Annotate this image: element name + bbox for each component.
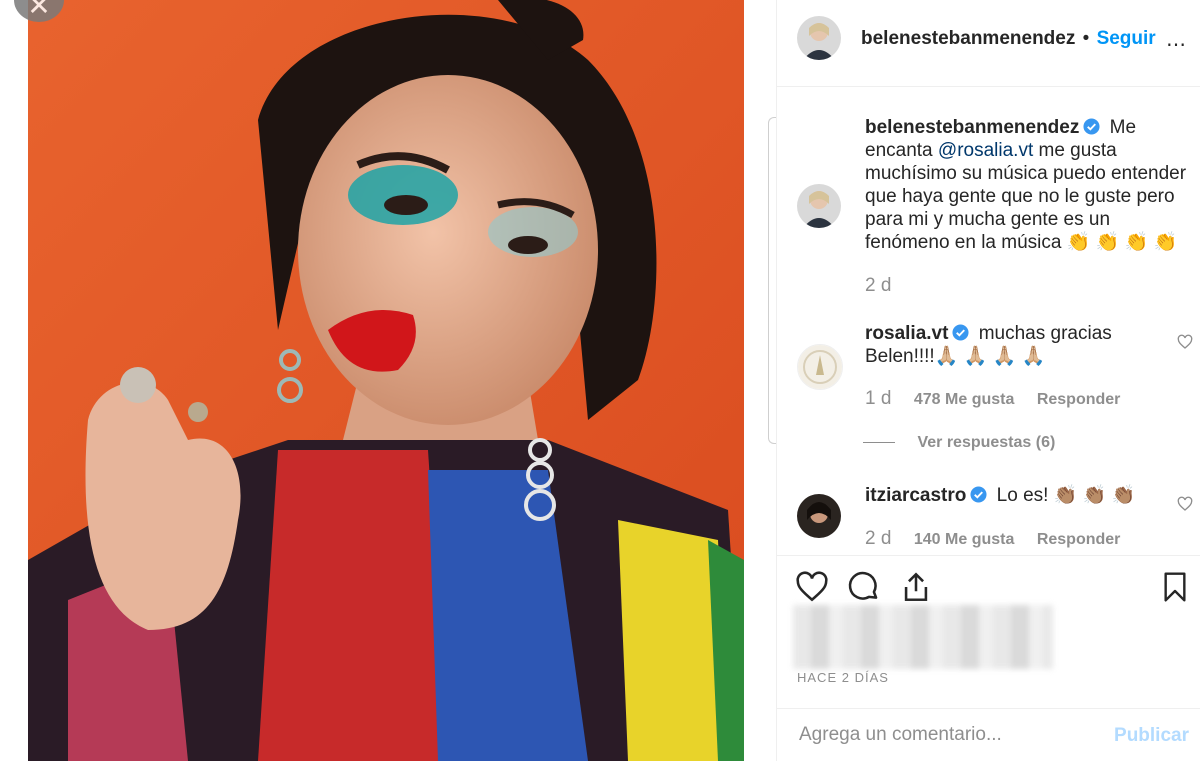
- share-icon[interactable]: [899, 570, 933, 604]
- post-time[interactable]: HACE 2 DÍAS: [797, 670, 889, 685]
- comment-icon[interactable]: [847, 570, 881, 604]
- comment-avatar[interactable]: [797, 494, 841, 538]
- comment-likes[interactable]: 478 Me gusta: [914, 391, 1014, 408]
- verified-icon: [970, 486, 987, 503]
- comment-username[interactable]: itziarcastro: [865, 485, 966, 506]
- comment-input[interactable]: [797, 723, 1101, 747]
- post-media-area: ✕: [0, 0, 776, 761]
- follow-button[interactable]: Seguir: [1097, 28, 1156, 49]
- ellipsis-icon[interactable]: ⋯: [1166, 32, 1187, 57]
- verified-icon: [952, 324, 969, 341]
- avatar[interactable]: [797, 16, 841, 60]
- reply-button[interactable]: Responder: [1037, 531, 1121, 548]
- caption-avatar[interactable]: [797, 184, 841, 228]
- comment-avatar[interactable]: [797, 344, 843, 390]
- post-header: belenestebanmenendez • Seguir ⋯: [777, 0, 1200, 87]
- comment-like-icon[interactable]: [1177, 334, 1193, 350]
- reply-button[interactable]: Responder: [1037, 391, 1121, 408]
- comment-like-icon[interactable]: [1177, 496, 1193, 512]
- comment-time[interactable]: 1 d: [865, 388, 891, 409]
- comment-meta: 2 d 140 Me gusta Responder: [865, 528, 1138, 550]
- comment-body: rosalia.vt muchas gracias Belen!!!!🙏🏼 🙏🏼…: [865, 322, 1165, 368]
- avatar-image: [798, 345, 842, 389]
- comment-meta: 1 d 478 Me gusta Responder: [865, 388, 1138, 410]
- avatar-image: [797, 494, 841, 538]
- comment-text: Lo es! 👏🏽 👏🏽 👏🏽: [991, 485, 1136, 506]
- post-photo: [28, 0, 744, 761]
- comment-body: itziarcastro Lo es! 👏🏽 👏🏽 👏🏽: [865, 484, 1165, 507]
- verified-icon: [1083, 118, 1100, 135]
- header-separator: •: [1082, 28, 1090, 49]
- comment-time[interactable]: 2 d: [865, 528, 891, 549]
- caption-username[interactable]: belenestebanmenendez: [865, 117, 1079, 138]
- publish-button[interactable]: Publicar: [1114, 725, 1189, 747]
- heart-icon[interactable]: [795, 570, 829, 604]
- mention-link[interactable]: @rosalia.vt: [938, 140, 1033, 161]
- view-replies-button[interactable]: Ver respuestas (6): [917, 434, 1055, 451]
- bookmark-icon[interactable]: [1159, 570, 1191, 604]
- portrait-illustration: [28, 0, 744, 761]
- comment-username[interactable]: rosalia.vt: [865, 323, 948, 344]
- add-comment-bar: Publicar: [777, 708, 1200, 762]
- header-username[interactable]: belenestebanmenendez: [861, 28, 1075, 49]
- comment-likes[interactable]: 140 Me gusta: [914, 531, 1014, 548]
- avatar-image: [797, 184, 841, 228]
- replies-divider: [863, 442, 895, 444]
- caption-meta: 2 d: [865, 275, 909, 297]
- avatar-image: [797, 16, 841, 60]
- caption: belenestebanmenendez Me encanta @rosalia…: [865, 116, 1195, 254]
- post-details-panel: belenestebanmenendez • Seguir ⋯ belenest…: [776, 0, 1200, 761]
- view-replies[interactable]: Ver respuestas (6): [863, 434, 1055, 452]
- caption-time[interactable]: 2 d: [865, 275, 891, 296]
- likes-summary-blurred: [793, 605, 1053, 669]
- action-bar: [777, 555, 1200, 602]
